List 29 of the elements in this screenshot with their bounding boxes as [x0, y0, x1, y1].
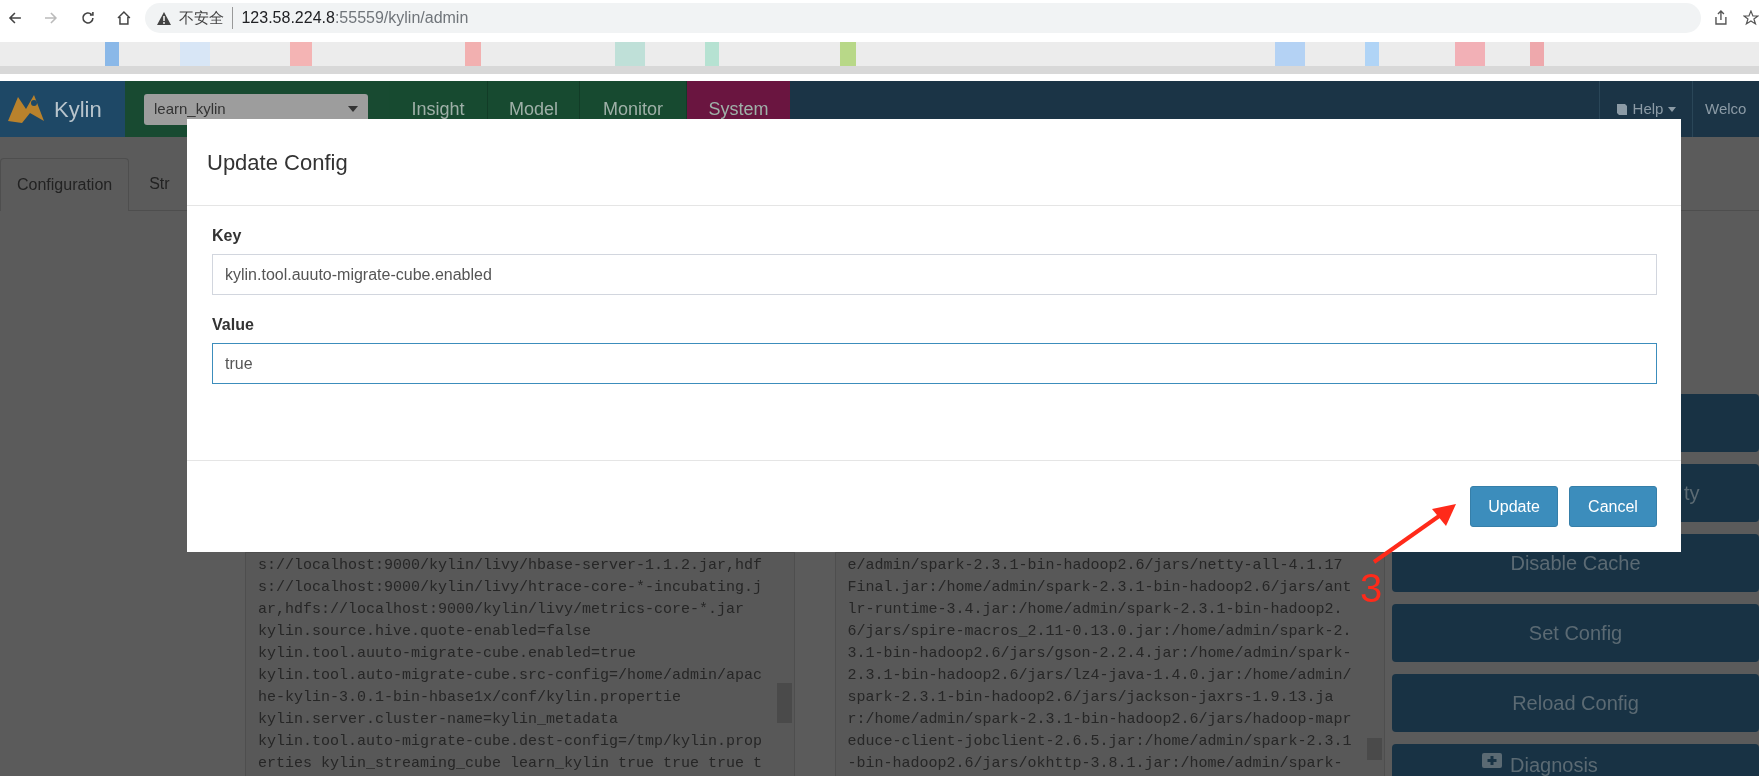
home-icon[interactable] — [115, 10, 132, 26]
admin-button[interactable]: Diagnosis — [1392, 744, 1759, 776]
text-field[interactable]: kylin.tool.auuto-migrate-cube.enabled — [212, 254, 1657, 295]
star-icon[interactable] — [1743, 10, 1759, 26]
brand-area[interactable]: Kylin — [0, 81, 125, 137]
admin-button[interactable]: Set Config — [1392, 604, 1759, 662]
dialog-button[interactable]: Update — [1470, 486, 1558, 527]
book-icon — [1615, 102, 1628, 116]
reload-icon[interactable] — [79, 10, 96, 26]
page-tab[interactable]: Configuration — [0, 158, 130, 211]
brand-name: Kylin — [54, 95, 102, 124]
back-icon[interactable] — [8, 11, 22, 25]
text-field[interactable]: true — [212, 343, 1657, 384]
caret-icon — [348, 106, 358, 112]
warning-icon — [157, 11, 172, 25]
address-bar[interactable]: 不安全 123.58.224.8:55559/kylin/admin — [145, 3, 1702, 33]
share-icon[interactable] — [1713, 10, 1730, 26]
plus-icon — [1482, 750, 1502, 768]
page-tab[interactable]: Str — [129, 158, 190, 210]
admin-button[interactable]: Reload Config — [1392, 674, 1759, 732]
dialog-button[interactable]: Cancel — [1569, 486, 1657, 527]
welcome-text: Welco — [1705, 98, 1747, 119]
annotation-number: 3 — [1360, 566, 1383, 610]
security-label: 不安全 — [179, 6, 234, 30]
field-label: Value — [212, 315, 255, 335]
dialog-title: Update Config — [207, 148, 348, 177]
address-text: 123.58.224.8:55559/kylin/admin — [241, 8, 469, 28]
field-label: Key — [212, 226, 243, 246]
caret-icon — [1668, 106, 1677, 112]
